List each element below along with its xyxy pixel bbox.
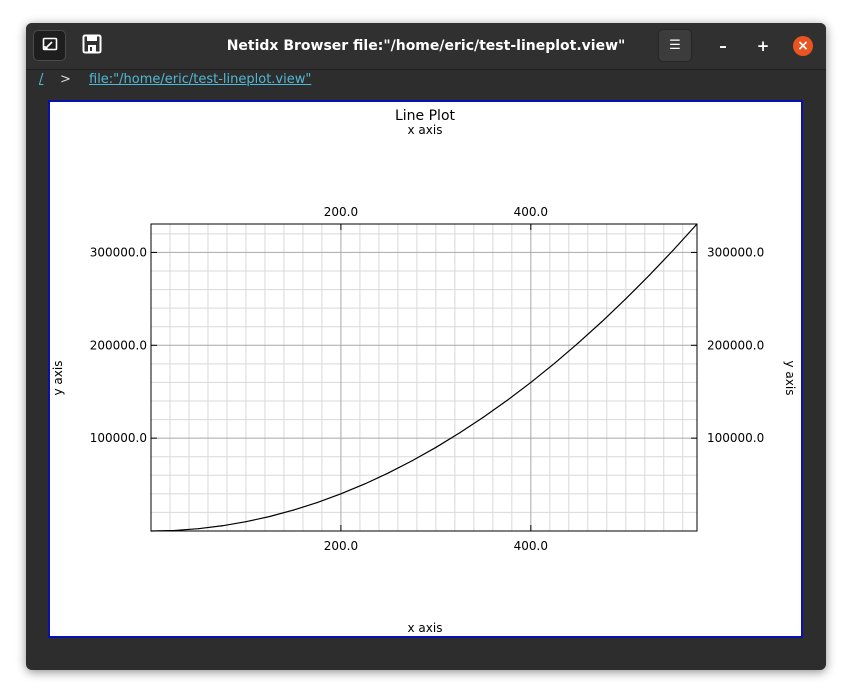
data-point [411,460,413,462]
line-plot-chart: 200.0 200.0 400.0 400.0 100000.0 100000.0 2000… [51,108,797,635]
x-tick-label-top: 400.0 [514,205,548,219]
breadcrumb-separator: > [60,72,71,87]
data-point [482,416,484,418]
maximize-icon: + [756,37,770,55]
y-tick-label-left: 200000.0 [90,338,147,352]
data-point [459,432,461,434]
breadcrumb-path-link[interactable]: file:"/home/eric/test-lineplot.view" [89,72,311,87]
save-button[interactable] [76,30,107,61]
y-tick-label-right: 200000.0 [707,338,764,352]
data-point [269,515,271,518]
x-tick-label-bottom: 200.0 [324,539,358,553]
browser-window: Netidx Browser file:"/home/eric/test-lin… [26,23,826,670]
data-point [387,472,389,474]
data-point [174,529,176,532]
minimize-icon: – [719,37,727,55]
data-point [648,274,651,276]
title-bar: Netidx Browser file:"/home/eric/test-lin… [26,23,826,70]
data-point [245,521,247,523]
breadcrumb-root-link[interactable]: / [39,72,43,87]
breadcrumb: / > file:"/home/eric/test-lineplot.view" [26,70,826,96]
data-point [530,381,532,384]
y-axis-label-left: y axis [51,361,65,396]
edit-mode-icon [42,36,58,56]
y-tick-label-left: 300000.0 [90,245,147,259]
window-title: Netidx Browser file:"/home/eric/test-lin… [226,38,626,54]
data-point [435,446,437,449]
y-tick-label-right: 100000.0 [707,431,764,445]
series-line [150,223,698,532]
data-point [150,530,152,532]
data-point [577,342,579,344]
hamburger-menu-icon: ☰ [669,38,681,53]
design-mode-button[interactable] [33,30,66,61]
data-point [197,528,200,530]
y-tick-label-right: 300000.0 [707,245,764,259]
close-icon: × [793,36,813,56]
y-tick-label-left: 100000.0 [90,431,147,445]
x-axis-label-bottom: x axis [408,621,443,635]
data-point [625,298,627,300]
plot-area-border [150,223,698,532]
data-point [340,493,342,495]
data-point [506,399,508,402]
data-point [364,483,366,485]
x-tick-label-top: 200.0 [324,205,358,219]
line-plot-widget: 200.0 200.0 400.0 400.0 100000.0 100000.0 2000… [48,100,803,638]
data-point [601,320,603,323]
data-point [696,223,698,225]
chart-title: Line Plot [395,108,456,124]
minimize-button[interactable]: – [710,31,736,61]
data-point [316,501,318,504]
main-menu-button[interactable]: ☰ [658,29,692,62]
data-point [672,249,674,251]
data-point [553,362,556,364]
close-button[interactable]: × [790,35,816,57]
data-point [292,509,295,511]
maximize-button[interactable]: + [750,31,776,61]
x-tick-label-bottom: 400.0 [514,539,548,553]
y-axis-label-right: y axis [783,361,797,396]
x-axis-label-top: x axis [408,123,443,137]
floppy-disk-icon [82,34,102,58]
data-point [221,525,223,527]
